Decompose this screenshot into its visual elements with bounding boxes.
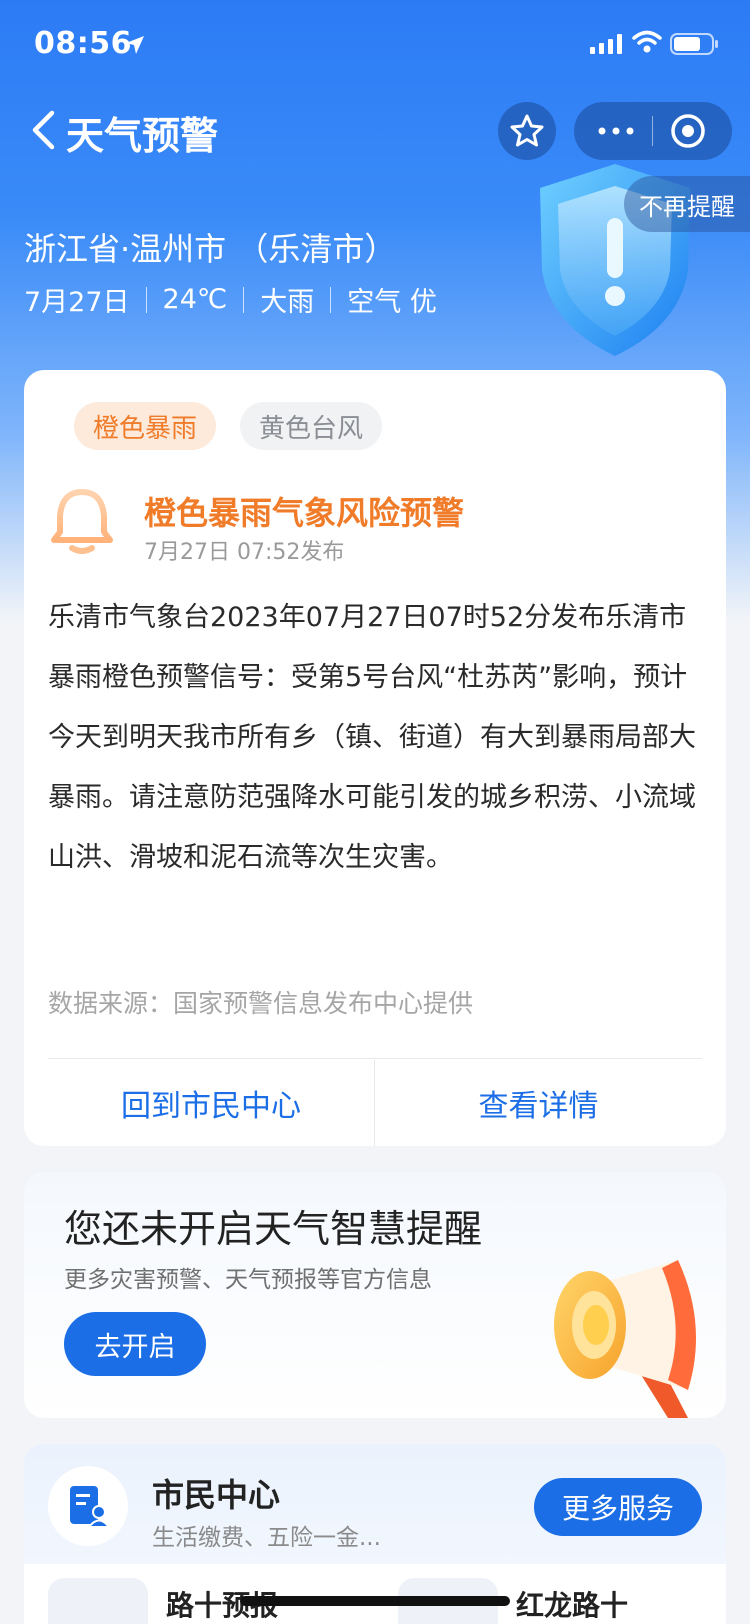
- capsule-divider: [652, 116, 653, 146]
- document-user-icon: [70, 1486, 110, 1528]
- citizen-avatar: [48, 1466, 128, 1546]
- service-icon[interactable]: [48, 1578, 148, 1624]
- separator: [145, 286, 147, 313]
- service-list: 路十预报 红龙路十: [24, 1564, 726, 1624]
- smart-reminder-card: 您还未开启天气智慧提醒 更多灾害预警、天气预报等官方信息 去开启: [24, 1172, 726, 1418]
- weather-temp: 24℃: [162, 284, 228, 315]
- weather-condition: 大雨: [260, 287, 315, 318]
- favorite-button[interactable]: [498, 102, 556, 160]
- home-indicator[interactable]: [240, 1596, 510, 1606]
- weather-summary: 7月27日 24℃ 大雨 空气 优: [24, 280, 437, 319]
- location-label: 浙江省·温州市 （乐清市）: [24, 230, 397, 268]
- miniapp-capsule: [574, 102, 732, 160]
- dismiss-reminder-button[interactable]: 不再提醒: [624, 176, 750, 232]
- service-item[interactable]: 红龙路十: [516, 1584, 628, 1624]
- location-arrow-icon: [126, 36, 144, 54]
- warning-publish-time: 7月27日 07:52发布: [144, 540, 345, 565]
- weather-date: 7月27日: [24, 287, 130, 318]
- warning-body: 乐清市气象台2023年07月27日07时52分发布乐清市暴雨橙色预警信号：受第5…: [48, 602, 696, 873]
- star-icon: [510, 114, 544, 147]
- citizen-center-subtitle: 生活缴费、五险一金...: [152, 1525, 381, 1551]
- separator: [330, 286, 332, 313]
- citizen-center-title: 市民中心: [152, 1476, 281, 1514]
- reminder-subtitle: 更多灾害预警、天气预报等官方信息: [64, 1267, 432, 1293]
- warning-title: 橙色暴雨气象风险预警: [144, 494, 465, 532]
- more-services-button[interactable]: 更多服务: [534, 1478, 702, 1536]
- bell-icon: [51, 489, 113, 554]
- back-to-citizen-center-button[interactable]: 回到市民中心: [48, 1060, 374, 1146]
- megaphone-icon: [554, 1260, 696, 1418]
- warning-card: 橙色暴雨 黄色台风 橙色暴雨气象风险预警 7月27日 07:52发布 乐清市气象…: [24, 370, 726, 1146]
- tab-yellow-typhoon[interactable]: 黄色台风: [240, 402, 382, 450]
- air-quality: 空气 优: [347, 287, 437, 318]
- close-target-icon[interactable]: [670, 113, 706, 149]
- enable-reminder-button[interactable]: 去开启: [64, 1312, 206, 1376]
- wifi-icon: [632, 30, 662, 53]
- signal-icon: [590, 34, 622, 54]
- status-bar: 08:56: [0, 0, 750, 90]
- battery-icon: [670, 33, 718, 55]
- separator: [243, 286, 245, 313]
- tab-orange-rainstorm[interactable]: 橙色暴雨: [74, 402, 216, 450]
- more-dots-icon[interactable]: [596, 118, 636, 144]
- back-chevron-icon[interactable]: [30, 110, 56, 150]
- data-source: 数据来源：国家预警信息发布中心提供: [48, 989, 474, 1018]
- divider: [48, 1058, 702, 1059]
- view-details-button[interactable]: 查看详情: [375, 1060, 702, 1146]
- status-time: 08:56: [34, 26, 132, 61]
- reminder-title: 您还未开启天气智慧提醒: [64, 1207, 483, 1251]
- page-title: 天气预警: [66, 114, 219, 158]
